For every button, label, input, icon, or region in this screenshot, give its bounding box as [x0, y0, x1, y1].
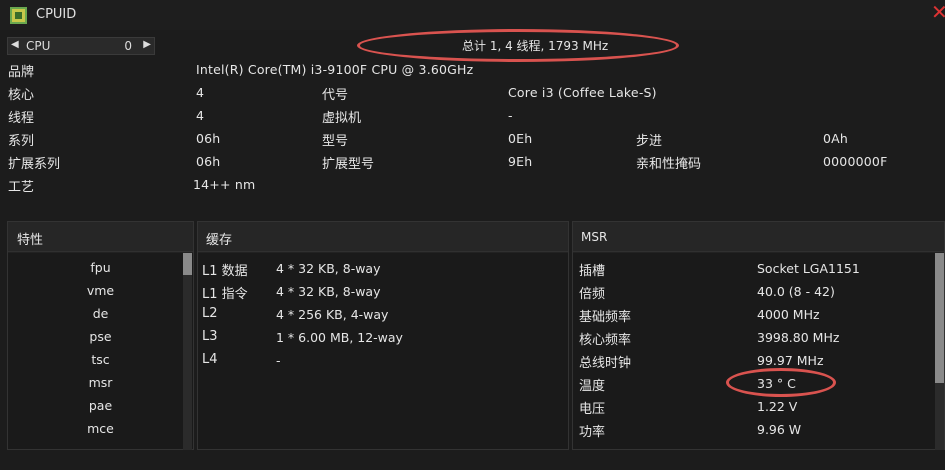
- features-header: 特性: [8, 222, 193, 252]
- msr-row-value: 4000 MHz: [757, 307, 820, 322]
- feature-item: pse: [89, 329, 112, 344]
- cores-value: 4: [196, 85, 205, 100]
- vm-label: 虚拟机: [322, 111, 362, 126]
- cache-row-value: -: [276, 353, 281, 368]
- threads-value: 4: [196, 108, 205, 123]
- msr-row-value: 1.22 V: [757, 399, 798, 414]
- cache-row-value: 4 * 32 KB, 8-way: [276, 261, 381, 276]
- msr-row-label: 功率: [579, 425, 606, 440]
- cache-row-label: L2: [202, 306, 218, 321]
- features-title: 特性: [17, 233, 44, 248]
- features-list[interactable]: fpu vme de pse tsc msr pae mce: [8, 253, 193, 450]
- process-label: 工艺: [8, 180, 35, 195]
- msr-row-value: 9.96 W: [757, 422, 802, 437]
- msr-row-label: 核心频率: [579, 333, 632, 348]
- cache-row-label: L3: [202, 329, 218, 344]
- stepping-value: 0Ah: [823, 131, 849, 146]
- msr-row-value: 99.97 MHz: [757, 353, 824, 368]
- brand-value: Intel(R) Core(TM) i3-9100F CPU @ 3.60GHz: [196, 62, 474, 77]
- msr-scrollbar[interactable]: [935, 253, 944, 450]
- codename-value: Core i3 (Coffee Lake-S): [508, 85, 657, 100]
- ext-model-value: 9Eh: [508, 154, 533, 169]
- msr-header: MSR: [573, 222, 944, 252]
- cache-title: 缓存: [206, 233, 233, 248]
- feature-item: tsc: [91, 352, 110, 367]
- threads-label: 线程: [8, 111, 35, 126]
- model-label: 型号: [322, 134, 349, 149]
- chevron-right-icon[interactable]: ▶: [143, 39, 151, 50]
- feature-item: mce: [87, 421, 114, 436]
- features-panel: 特性 fpu vme de pse tsc msr pae mce: [7, 221, 194, 450]
- msr-panel: MSR 插槽 Socket LGA1151 倍频 40.0 (8 - 42) 基…: [572, 221, 945, 450]
- feature-item: fpu: [90, 260, 111, 275]
- brand-label: 品牌: [8, 65, 35, 80]
- feature-item: pae: [88, 398, 113, 413]
- cache-row-label: L1 指令: [202, 287, 248, 302]
- ext-family-value: 06h: [196, 154, 221, 169]
- title-bar: CPUID ✕: [0, 0, 945, 30]
- feature-item: msr: [88, 375, 113, 390]
- msr-row-label: 电压: [579, 402, 606, 417]
- msr-row-value: 40.0 (8 - 42): [757, 284, 835, 299]
- annotation-circle-temperature: [726, 368, 836, 397]
- cache-row-value: 4 * 32 KB, 8-way: [276, 284, 381, 299]
- affinity-value: 0000000F: [823, 154, 888, 169]
- cpu-selector[interactable]: ◀ CPU 0 ▶: [7, 37, 155, 55]
- codename-label: 代号: [322, 88, 349, 103]
- cache-row-label: L1 数据: [202, 264, 248, 279]
- msr-list[interactable]: 插槽 Socket LGA1151 倍频 40.0 (8 - 42) 基础频率 …: [573, 253, 944, 450]
- msr-scroll-thumb[interactable]: [935, 253, 944, 383]
- msr-row-label: 插槽: [579, 264, 606, 279]
- cache-list: L1 数据 4 * 32 KB, 8-way L1 指令 4 * 32 KB, …: [198, 253, 568, 449]
- msr-row-label: 温度: [579, 379, 606, 394]
- cores-label: 核心: [8, 88, 35, 103]
- ext-family-label: 扩展系列: [8, 157, 61, 172]
- msr-row-label: 总线时钟: [579, 356, 632, 371]
- cache-header: 缓存: [198, 222, 568, 252]
- family-value: 06h: [196, 131, 221, 146]
- affinity-label: 亲和性掩码: [636, 157, 702, 172]
- cache-row-value: 1 * 6.00 MB, 12-way: [276, 330, 403, 345]
- cpu-chip-icon: [10, 7, 27, 24]
- model-value: 0Eh: [508, 131, 533, 146]
- chevron-left-icon[interactable]: ◀: [11, 39, 19, 50]
- ext-model-label: 扩展型号: [322, 157, 375, 172]
- msr-row-label: 倍频: [579, 287, 606, 302]
- msr-title: MSR: [581, 230, 608, 244]
- cpu-selector-value: 0: [124, 39, 132, 53]
- features-scroll-thumb[interactable]: [183, 253, 192, 275]
- cache-panel: 缓存 L1 数据 4 * 32 KB, 8-way L1 指令 4 * 32 K…: [197, 221, 569, 450]
- cpu-selector-label: CPU: [26, 39, 51, 53]
- bottom-strip: [0, 450, 945, 470]
- vm-value: -: [508, 108, 513, 123]
- family-label: 系列: [8, 134, 35, 149]
- cache-row-value: 4 * 256 KB, 4-way: [276, 307, 389, 322]
- annotation-circle-summary: [357, 29, 679, 62]
- window-title: CPUID: [36, 7, 77, 22]
- close-icon[interactable]: ✕: [931, 1, 945, 23]
- msr-row-label: 基础频率: [579, 310, 632, 325]
- msr-row-value: 3998.80 MHz: [757, 330, 840, 345]
- feature-item: vme: [86, 283, 115, 298]
- msr-row-value: Socket LGA1151: [757, 261, 860, 276]
- cache-row-label: L4: [202, 352, 218, 367]
- stepping-label: 步进: [636, 134, 663, 149]
- features-scrollbar[interactable]: [183, 253, 192, 450]
- feature-item: de: [92, 306, 109, 321]
- process-value: 14++ nm: [193, 177, 256, 192]
